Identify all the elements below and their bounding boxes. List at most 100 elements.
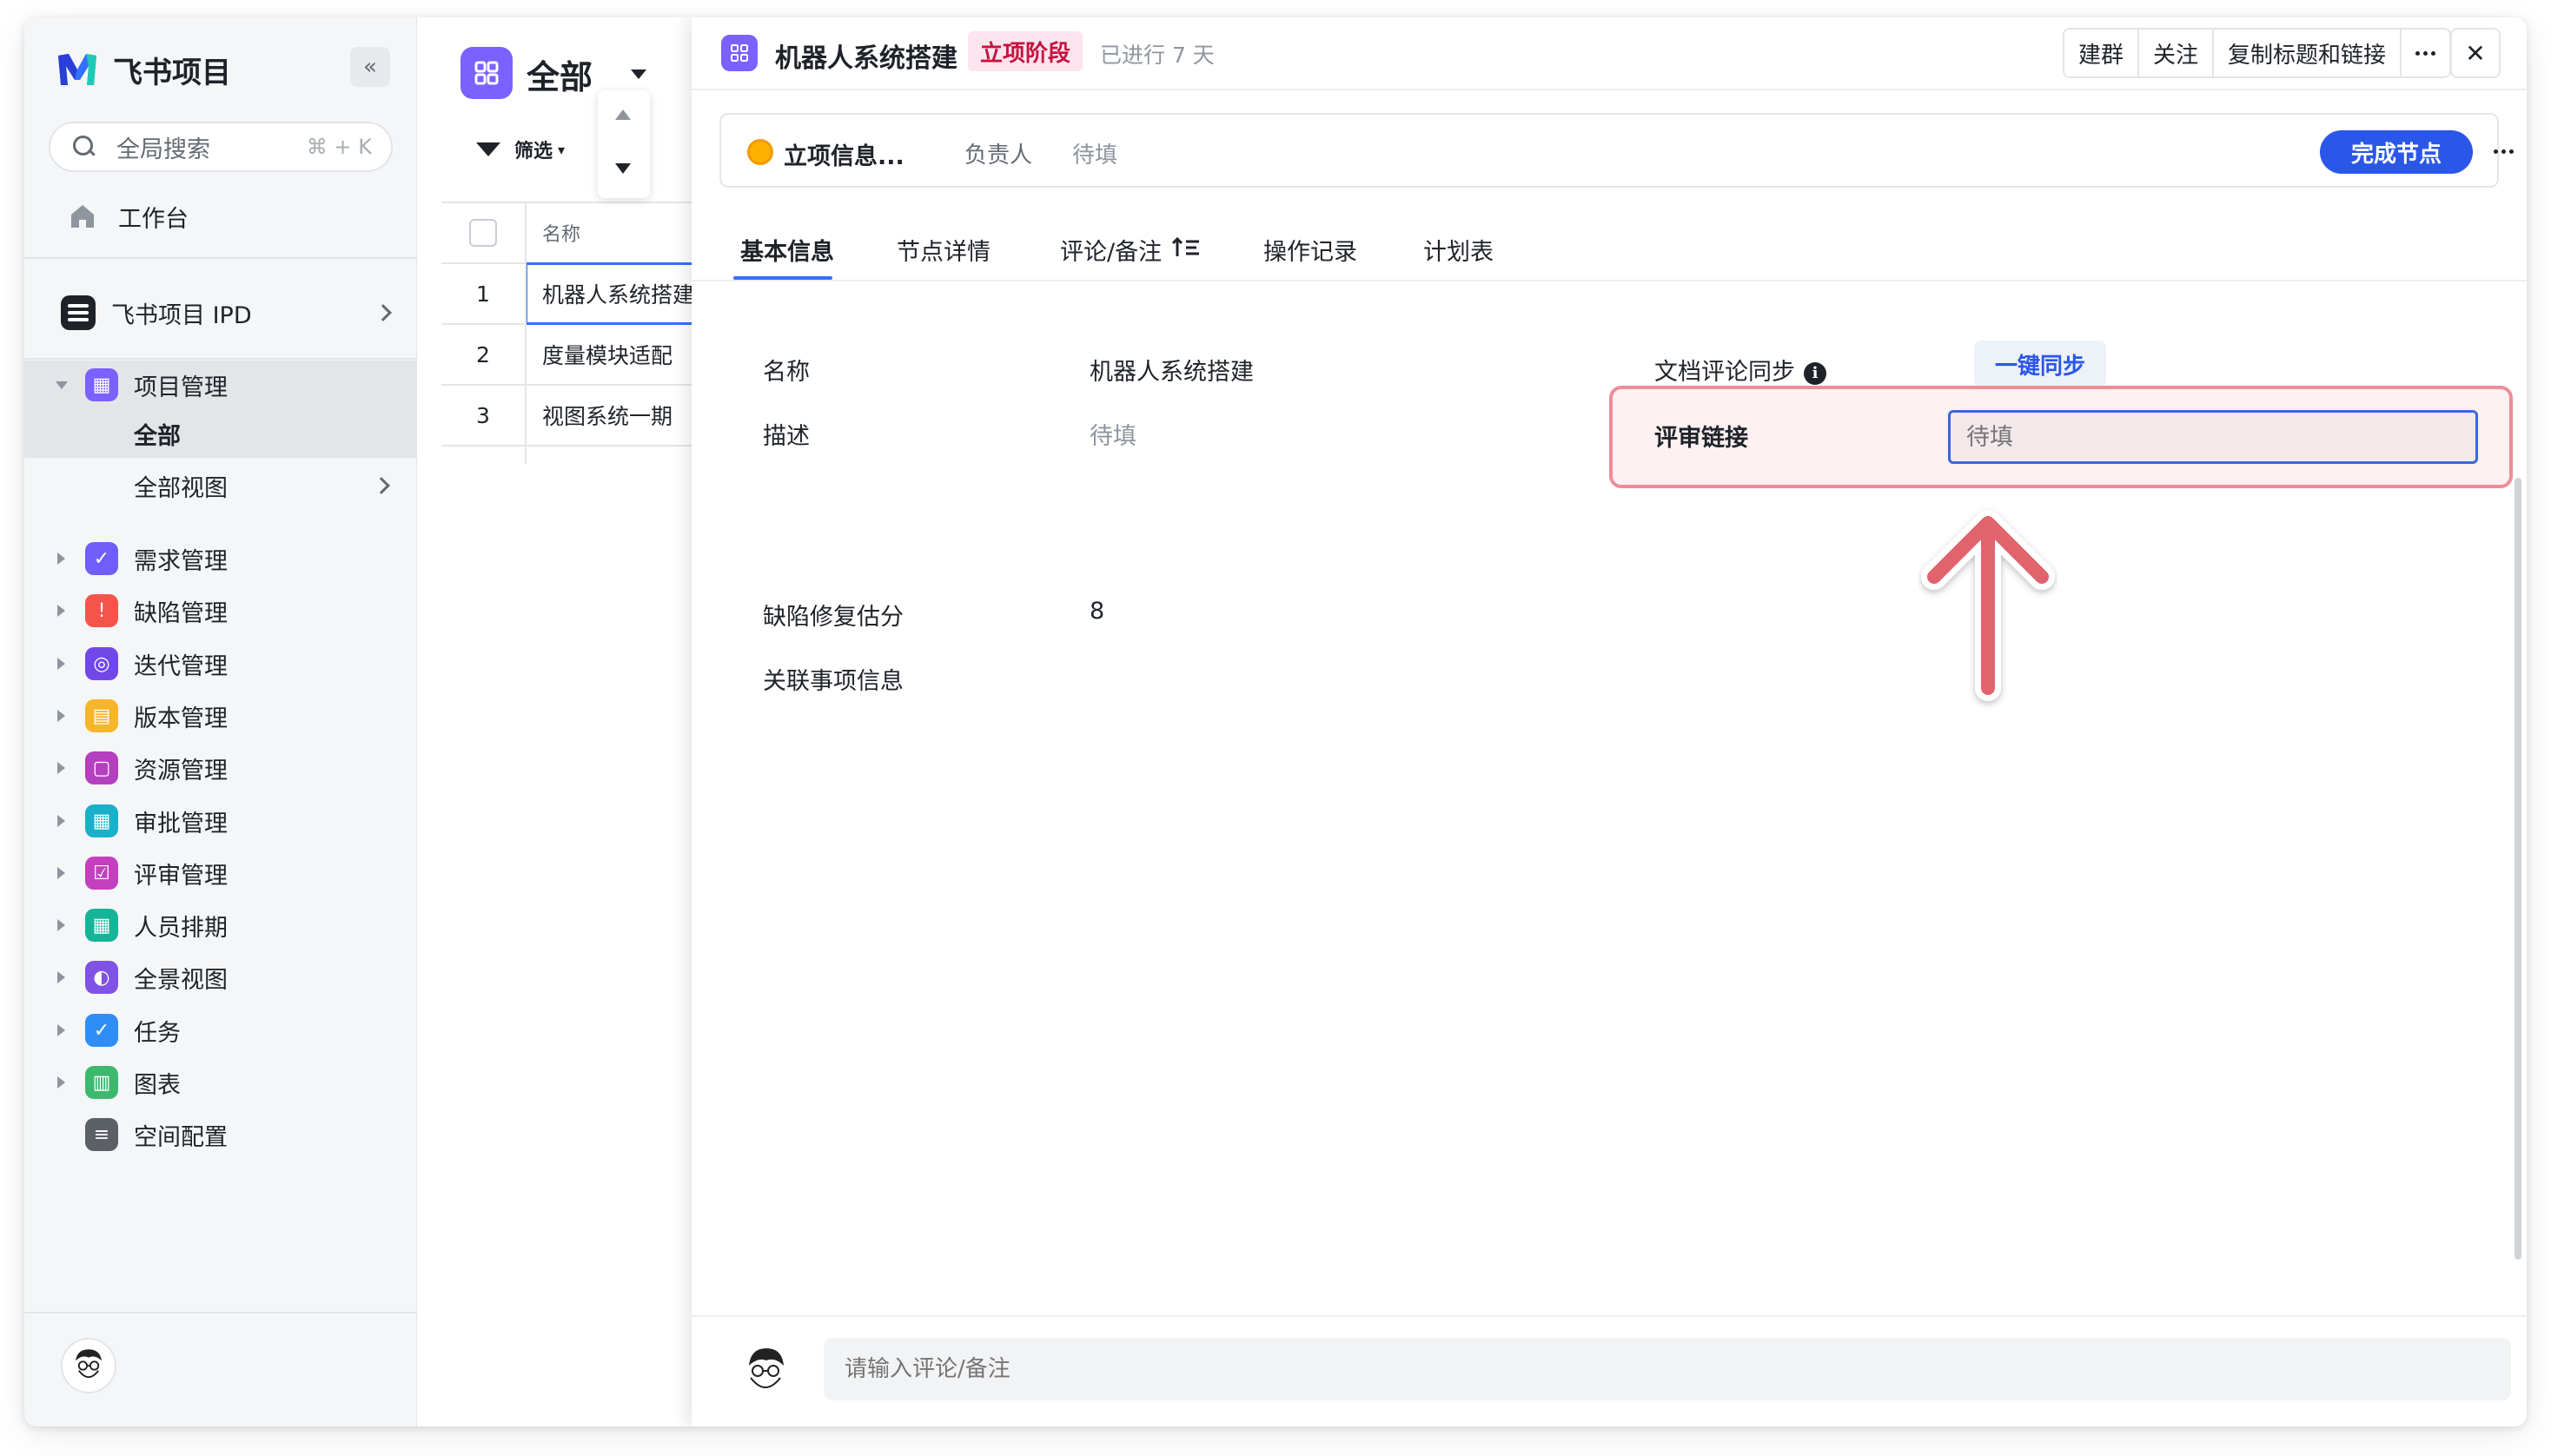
caret-right-icon — [57, 867, 65, 879]
sidebar-item-module[interactable]: ▢ 资源管理 — [24, 744, 417, 792]
project-grid-icon: ▦ — [85, 368, 118, 401]
sidebar-item-module[interactable]: ≡ 空间配置 — [24, 1110, 417, 1159]
tab-schedule[interactable]: 计划表 — [1423, 233, 1494, 267]
table-header: 名称 — [441, 202, 712, 264]
global-search[interactable]: 全局搜索 ⌘ + K — [49, 122, 393, 172]
table-row[interactable]: 2 度量模块适配 — [441, 325, 712, 386]
sidebar-item-module[interactable]: ▦ 审批管理 — [24, 797, 417, 845]
sidebar-item-module[interactable]: ◎ 迭代管理 — [24, 639, 417, 688]
module-icon: ▦ — [85, 804, 118, 837]
row-name[interactable]: 度量模块适配 — [542, 339, 673, 370]
field-label-defect-estimate: 缺陷修复估分 — [763, 604, 904, 631]
nav-workbench[interactable]: 工作台 — [68, 196, 189, 236]
list-panel: 全部 筛选 ▾ 名称 1 机器人系统搭建 2 度量模块适配 3 视图系统一期 — [417, 17, 725, 1426]
close-button[interactable]: ✕ — [2450, 28, 2501, 78]
table-row[interactable]: 1 机器人系统搭建 — [441, 262, 725, 325]
field-label-description: 描述 — [763, 423, 810, 450]
view-dropdown-icon[interactable] — [631, 69, 646, 79]
table-row[interactable]: 3 视图系统一期 — [441, 386, 712, 447]
sidebar-item-project-management[interactable]: ▦ 项目管理 — [24, 361, 417, 409]
caret-right-icon — [57, 919, 65, 931]
sidebar-item-all[interactable]: 全部 — [24, 409, 417, 458]
more-actions-button[interactable] — [2402, 30, 2449, 76]
complete-node-button[interactable]: 完成节点 — [2320, 130, 2473, 174]
node-name[interactable]: 立项信息... — [784, 137, 904, 171]
follow-button[interactable]: 关注 — [2139, 30, 2215, 76]
item-title[interactable]: 机器人系统搭建 — [775, 36, 957, 75]
field-value-description[interactable]: 待填 — [1090, 417, 1136, 451]
sidebar-item-module[interactable]: ✓ 任务 — [24, 1006, 417, 1055]
node-status-icon — [747, 139, 773, 165]
owner-value[interactable]: 待填 — [1072, 137, 1117, 169]
search-placeholder: 全局搜索 — [116, 136, 210, 163]
create-group-button[interactable]: 建群 — [2064, 30, 2140, 76]
sidebar-item-label: 任务 — [134, 1019, 181, 1047]
field-value-name[interactable]: 机器人系统搭建 — [1090, 353, 1254, 387]
tab-node-details[interactable]: 节点详情 — [897, 233, 991, 267]
module-icon: ◎ — [85, 647, 118, 680]
sidebar-item-module[interactable]: ✓ 需求管理 — [24, 534, 417, 583]
header-actions: 建群 关注 复制标题和链接 — [2063, 28, 2452, 78]
previous-item-button[interactable] — [615, 109, 631, 120]
field-value-defect-estimate[interactable]: 8 — [1090, 598, 1104, 625]
comment-bar — [692, 1315, 2527, 1426]
node-more-icon[interactable] — [2494, 149, 2514, 154]
next-item-button[interactable] — [615, 163, 631, 174]
sidebar-divider — [24, 257, 417, 259]
sidebar-item-module[interactable]: ◐ 全景视图 — [24, 953, 417, 1002]
more-icon — [2415, 50, 2436, 56]
sidebar-item-label: 资源管理 — [134, 757, 228, 784]
avatar-face-icon — [76, 1349, 102, 1379]
detail-tabs: 基本信息 节点详情 评论/备注 操作记录 计划表 — [692, 214, 2527, 281]
sidebar-item-all-views[interactable]: 全部视图 — [24, 461, 417, 510]
column-divider — [525, 202, 527, 464]
tab-operation-log[interactable]: 操作记录 — [1263, 233, 1357, 267]
space-icon — [61, 295, 96, 330]
view-title[interactable]: 全部 — [527, 50, 593, 98]
user-avatar[interactable] — [61, 1338, 116, 1393]
detail-header: 机器人系统搭建 立项阶段 已进行 7 天 建群 关注 复制标题和链接 ✕ — [692, 17, 2527, 90]
select-all-checkbox[interactable] — [469, 219, 497, 247]
sidebar-item-label: 评审管理 — [134, 862, 228, 890]
app-logo[interactable]: 飞书项目 — [56, 47, 231, 92]
info-icon[interactable]: i — [1804, 362, 1826, 385]
tab-basic-info[interactable]: 基本信息 — [740, 233, 834, 267]
module-icon: ▢ — [85, 751, 118, 784]
space-switcher[interactable]: 飞书项目 IPD — [61, 287, 408, 339]
sidebar-divider — [24, 358, 417, 360]
collapse-sidebar-button[interactable]: « — [350, 47, 390, 87]
caret-right-icon — [57, 1076, 65, 1089]
sidebar-item-module[interactable]: ▦ 人员排期 — [24, 901, 417, 950]
sidebar-item-label: 全景视图 — [134, 966, 228, 994]
sidebar-item-module[interactable]: ☑ 评审管理 — [24, 849, 417, 897]
row-navigator — [598, 90, 650, 198]
sidebar-item-module[interactable]: ▤ 版本管理 — [24, 692, 417, 740]
filter-icon — [476, 142, 500, 156]
one-click-sync-button[interactable]: 一键同步 — [1974, 341, 2106, 387]
row-number: 3 — [476, 402, 490, 428]
sort-icon[interactable] — [1171, 236, 1201, 259]
comment-input[interactable] — [824, 1338, 2511, 1400]
detail-scrollbar[interactable] — [2515, 478, 2521, 1260]
row-name[interactable]: 视图系统一期 — [542, 400, 673, 431]
tab-comments[interactable]: 评论/备注 — [1060, 233, 1162, 267]
stage-badge[interactable]: 立项阶段 — [968, 31, 1083, 71]
caret-right-icon — [57, 710, 65, 722]
review-link-input[interactable] — [1948, 410, 2478, 464]
module-icon: ✓ — [85, 542, 118, 575]
caret-down-icon — [56, 381, 68, 389]
item-type-icon — [721, 35, 758, 71]
filter-button[interactable]: 筛选 ▾ — [476, 136, 565, 163]
view-grid-icon — [461, 47, 513, 99]
module-icon: ▥ — [85, 1066, 118, 1099]
owner-label: 负责人 — [964, 142, 1033, 169]
sidebar-item-module[interactable]: ! 缺陷管理 — [24, 586, 417, 635]
sidebar-item-module[interactable]: ▥ 图表 — [24, 1058, 417, 1107]
app-name: 飞书项目 — [113, 55, 231, 90]
sidebar-item-label: 全部 — [134, 422, 181, 450]
caret-right-icon — [57, 1024, 65, 1036]
detail-panel: 机器人系统搭建 立项阶段 已进行 7 天 建群 关注 复制标题和链接 ✕ 立项信… — [692, 17, 2527, 1426]
module-icon: ✓ — [85, 1014, 118, 1047]
elapsed-days: 已进行 7 天 — [1100, 43, 1215, 68]
copy-title-link-button[interactable]: 复制标题和链接 — [2214, 30, 2402, 76]
